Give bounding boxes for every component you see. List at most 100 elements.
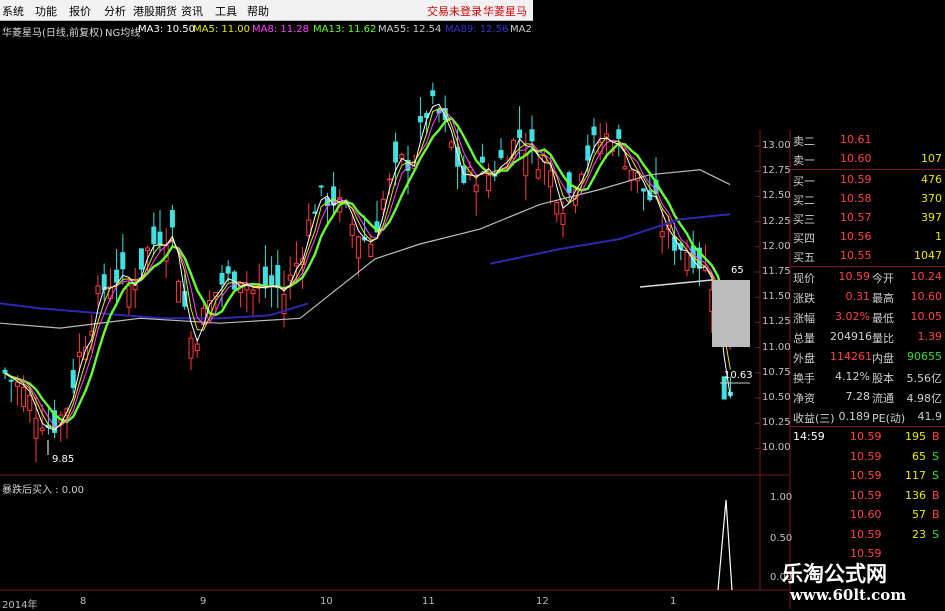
candle-up (659, 231, 665, 238)
buy-vol: 1 (935, 230, 942, 243)
tick-row: 10.59 23 S (790, 526, 945, 544)
stat-row: 收益(三) 0.189 PE(动) 41.9 (790, 407, 945, 426)
sub-axis-1: 1.00 (770, 492, 793, 503)
tick-price: 10.59 (850, 527, 882, 541)
tick-time: 14:59 (793, 430, 825, 443)
date-jan: 1 (670, 596, 677, 607)
buy-label: 买一 (793, 175, 815, 188)
stat-label: 收益(三) (793, 412, 835, 425)
stat-label: 净资 (793, 392, 815, 405)
candle-down (138, 248, 144, 270)
stat-label: 最高 (872, 292, 894, 305)
tick-row: 10.60 57 B (790, 506, 945, 524)
subchart-label: 暴跌后买入 : 0.00 (2, 485, 84, 496)
stat-row: 总量 204916 量比 1.39 (790, 327, 945, 346)
stat-value: 90655 (907, 350, 942, 363)
sub-axis-2: 0.50 (770, 533, 793, 544)
candle-up (176, 280, 182, 303)
candle-down (318, 185, 324, 188)
highlight-box (712, 280, 750, 347)
right-marker-lower: 10.63 (724, 370, 753, 381)
candle-up (486, 174, 492, 192)
buy-row: 买三 10.57 397 (790, 208, 945, 227)
candle-up (293, 262, 299, 267)
buy-price: 10.58 (840, 192, 872, 205)
stat-value: 0.189 (838, 410, 871, 423)
candle-up (355, 236, 361, 259)
stat-label: 今开 (872, 272, 894, 285)
buy-label: 买四 (793, 232, 815, 245)
stat-row: 净资 7.28 流通 4.98亿 (790, 387, 945, 406)
candle-down (529, 129, 535, 142)
tick-price: 10.59 (850, 488, 882, 502)
candle-up (76, 351, 82, 358)
ma55-line (0, 169, 731, 329)
buy-vol: 370 (921, 192, 942, 205)
candle-up (548, 170, 554, 188)
stat-label: 流通 (872, 392, 894, 405)
sell-label: 卖一 (793, 154, 815, 167)
buy-label: 买三 (793, 213, 815, 226)
tick-vol: 117 (905, 469, 926, 482)
stat-label: 外盘 (793, 352, 815, 365)
ma13-line (4, 116, 732, 424)
candle-down (591, 126, 597, 136)
stat-label: 量比 (872, 332, 894, 345)
candle-down (585, 145, 591, 161)
candle-down (120, 252, 126, 270)
candle-up (560, 213, 566, 225)
candle-up (39, 427, 45, 432)
stat-value: 4.12% (835, 370, 870, 383)
stat-label: 涨跌 (793, 292, 815, 305)
candle-down (517, 129, 523, 139)
price-axis-label: 10.50 (762, 392, 791, 403)
ma89-line (0, 302, 309, 320)
stat-label: 股本 (872, 372, 894, 385)
ma3-line (4, 103, 731, 431)
date-oct: 10 (320, 596, 333, 607)
candle-up (250, 289, 256, 295)
tick-vol: 195 (905, 430, 926, 443)
candle-down (498, 149, 504, 159)
candle-up (448, 141, 454, 148)
ma233-line (639, 279, 713, 288)
stat-label: PE(动) (872, 412, 906, 425)
price-axis-label: 11.75 (762, 266, 791, 277)
candle-down (151, 226, 157, 245)
buy-vol: 476 (921, 173, 942, 186)
tick-price: 10.59 (850, 469, 882, 482)
tick-direction: S (932, 469, 939, 482)
buy-price: 10.56 (840, 230, 872, 243)
stat-row: 换手 4.12% 股本 5.56亿 (790, 367, 945, 386)
sell-price: 10.61 (840, 133, 872, 146)
candle-up (386, 178, 392, 181)
candle-up (287, 274, 293, 281)
stat-value: 204916 (830, 330, 872, 343)
sell-row-1: 卖一 10.60 107 (790, 149, 945, 168)
candle-down (225, 266, 231, 274)
candle-up (194, 343, 200, 351)
tick-price: 10.60 (850, 508, 882, 521)
candle-down (616, 129, 622, 139)
date-nov: 11 (422, 596, 435, 607)
buy-row: 买四 10.56 1 (790, 227, 945, 246)
buy-vol: 1047 (914, 249, 942, 262)
candle-down (219, 272, 225, 285)
stat-value: 1.39 (917, 330, 943, 343)
buy-price: 10.59 (840, 173, 872, 186)
stat-value: 0.31 (845, 290, 871, 303)
candle-up (33, 417, 39, 439)
tick-row: 14:59 10.59 195 B (790, 428, 945, 446)
candle-up (473, 184, 479, 193)
candle-up (126, 285, 132, 308)
candle-down (269, 275, 275, 286)
tick-vol: 57 (912, 508, 926, 521)
candle-up (95, 285, 101, 295)
buy-row: 买五 10.55 1047 (790, 246, 945, 265)
candle-up (368, 243, 374, 258)
candle-down (8, 379, 14, 382)
candle-up (349, 223, 355, 236)
sell-label: 卖二 (793, 135, 815, 148)
candle-up (628, 169, 634, 181)
candle-down (157, 231, 163, 246)
